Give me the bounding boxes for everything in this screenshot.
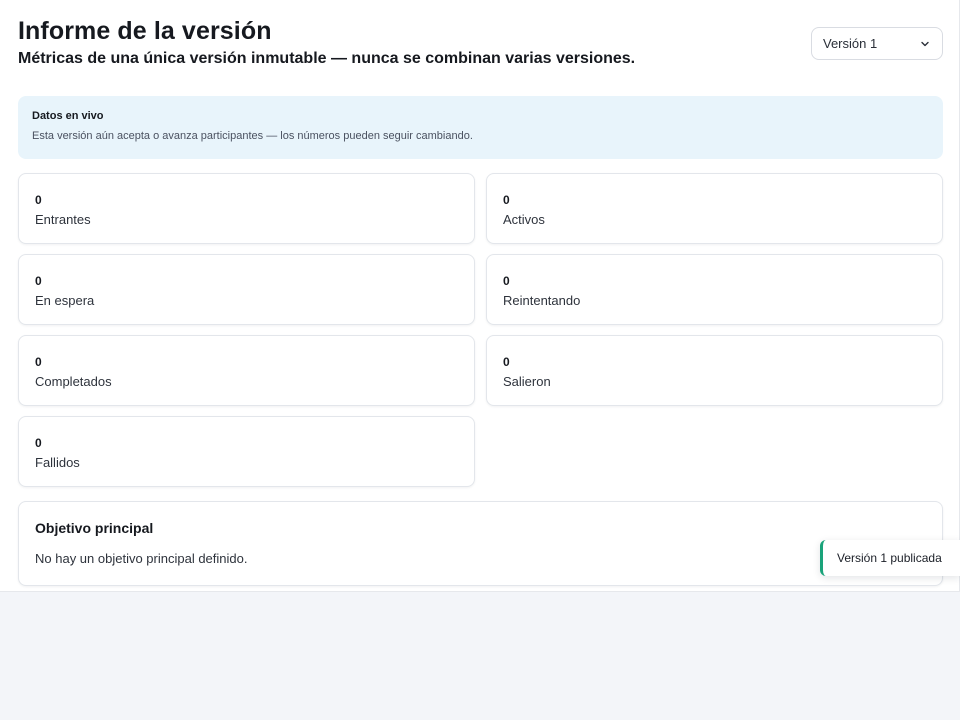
chevron-down-icon — [919, 38, 931, 50]
metric-card-fallidos: 0 Fallidos — [18, 416, 475, 487]
metric-label: Completados — [35, 374, 112, 389]
version-select[interactable]: Versión 1 — [811, 27, 943, 60]
banner-text: Esta versión aún acepta o avanza partici… — [32, 130, 473, 142]
metric-value: 0 — [503, 193, 510, 207]
release-report-panel: Informe de la versión Métricas de una ún… — [0, 0, 960, 592]
metric-card-salieron: 0 Salieron — [486, 335, 943, 406]
metric-value: 0 — [35, 355, 42, 369]
metric-label: En espera — [35, 293, 95, 308]
metric-value: 0 — [35, 193, 42, 207]
metric-card-completados: 0 Completados — [18, 335, 475, 406]
published-toast[interactable]: Versión 1 publicada — [820, 540, 960, 576]
banner-title: Datos en vivo — [32, 110, 104, 122]
goal-text: No hay un objetivo principal definido. — [35, 551, 248, 566]
metric-label: Activos — [503, 212, 545, 227]
page-subtitle: Métricas de una única versión inmutable … — [18, 50, 636, 67]
page-title: Informe de la versión — [18, 17, 272, 45]
metric-card-entrantes: 0 Entrantes — [18, 173, 475, 244]
metric-value: 0 — [503, 274, 510, 288]
metric-value: 0 — [503, 355, 510, 369]
metric-card-activos: 0 Activos — [486, 173, 943, 244]
goal-title: Objetivo principal — [35, 520, 154, 536]
live-data-banner: Datos en vivo Esta versión aún acepta o … — [18, 96, 943, 159]
version-select-value: Versión 1 — [823, 36, 878, 51]
metric-label: Entrantes — [35, 212, 91, 227]
toast-text: Versión 1 publicada — [837, 551, 942, 565]
metric-card-reintentando: 0 Reintentando — [486, 254, 943, 325]
metric-value: 0 — [35, 274, 42, 288]
metric-label: Reintentando — [503, 293, 581, 308]
metric-value: 0 — [35, 436, 42, 450]
metric-label: Salieron — [503, 374, 551, 389]
primary-goal-card: Objetivo principal No hay un objetivo pr… — [18, 501, 943, 586]
metric-label: Fallidos — [35, 455, 80, 470]
metric-card-en-espera: 0 En espera — [18, 254, 475, 325]
